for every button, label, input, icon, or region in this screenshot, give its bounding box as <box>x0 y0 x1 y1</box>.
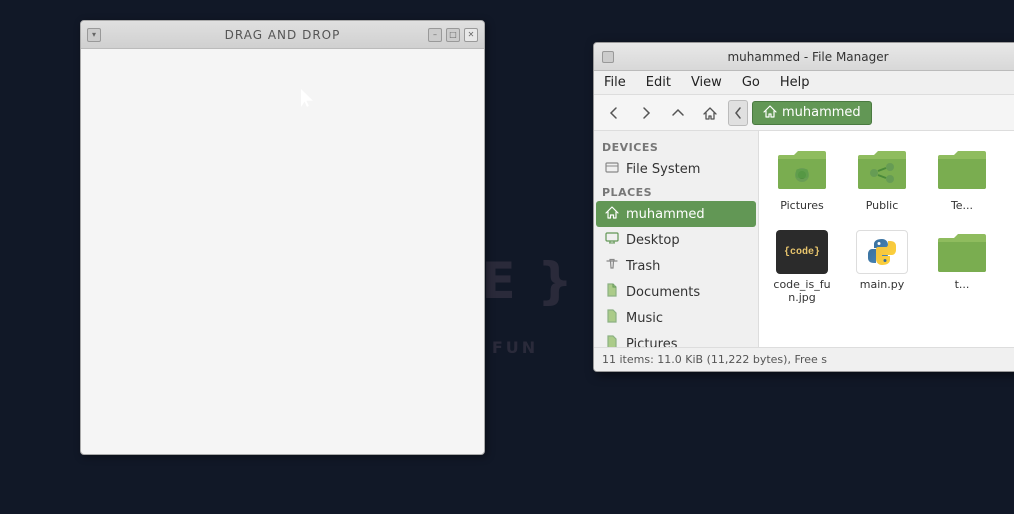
sidebar-item-filesystem[interactable]: File System <box>596 156 756 182</box>
public-folder-label: Public <box>866 199 899 212</box>
sidebar-item-music[interactable]: Music <box>596 305 756 331</box>
dnd-window: ▾ DRAG AND DROP – □ ✕ <box>80 20 485 455</box>
devices-header: DEVICES <box>594 137 758 156</box>
sidebar-item-label-music: Music <box>626 311 663 326</box>
places-header: PLACES <box>594 182 758 201</box>
menu-view[interactable]: View <box>687 73 726 92</box>
sidebar-item-muhammed[interactable]: muhammed <box>596 201 756 227</box>
file-item-te[interactable]: Te... <box>927 139 997 216</box>
documents-sidebar-icon <box>604 283 620 301</box>
pictures-folder-label: Pictures <box>780 199 824 212</box>
trash-sidebar-icon <box>604 257 620 275</box>
dnd-title: DRAG AND DROP <box>225 28 341 42</box>
fm-main: DEVICES File System PLACES muhammed <box>594 131 1014 347</box>
forward-button[interactable] <box>632 100 660 126</box>
home-sidebar-icon <box>604 205 620 223</box>
fm-statusbar: 11 items: 11.0 KiB (11,222 bytes), Free … <box>594 347 1014 371</box>
back-button[interactable] <box>600 100 628 126</box>
pictures-folder-icon <box>776 143 828 195</box>
sidebar-item-label-muhammed: muhammed <box>626 207 705 222</box>
t-folder-label: t... <box>955 278 970 291</box>
sidebar-item-label-filesystem: File System <box>626 162 700 177</box>
dnd-right-controls: – □ ✕ <box>428 28 478 42</box>
sidebar-item-label-pictures: Pictures <box>626 337 677 348</box>
sidebar-item-label-documents: Documents <box>626 285 700 300</box>
fm-menubar: File Edit View Go Help <box>594 71 1014 95</box>
fm-toolbar: muhammed <box>594 95 1014 131</box>
code-is-fun-label: code_is_fun.jpg <box>771 278 833 304</box>
menu-edit[interactable]: Edit <box>642 73 675 92</box>
menu-help[interactable]: Help <box>776 73 814 92</box>
main-py-label: main.py <box>860 278 904 291</box>
te-folder-label: Te... <box>951 199 973 212</box>
dnd-minimize-btn[interactable]: – <box>428 28 442 42</box>
file-manager-window: muhammed - File Manager File Edit View G… <box>593 42 1014 372</box>
sidebar-item-pictures[interactable]: Pictures <box>596 331 756 347</box>
te-folder-icon <box>936 143 988 195</box>
fm-title: muhammed - File Manager <box>727 50 888 64</box>
menu-file[interactable]: File <box>600 73 630 92</box>
panel-toggle-button[interactable] <box>728 100 748 126</box>
pictures-sidebar-icon <box>604 335 620 347</box>
filesystem-icon <box>604 160 620 178</box>
dnd-collapse-btn[interactable]: ▾ <box>87 28 101 42</box>
fm-titlebar: muhammed - File Manager <box>594 43 1014 71</box>
music-sidebar-icon <box>604 309 620 327</box>
sidebar-item-label-desktop: Desktop <box>626 233 680 248</box>
file-item-pictures[interactable]: Pictures <box>767 139 837 216</box>
dnd-restore-btn[interactable]: □ <box>446 28 460 42</box>
fm-collapse-btn[interactable] <box>602 51 614 63</box>
location-breadcrumb[interactable]: muhammed <box>752 101 872 125</box>
file-item-code-is-fun[interactable]: {code} code_is_fun.jpg <box>767 226 837 308</box>
location-label: muhammed <box>782 105 861 120</box>
file-item-public[interactable]: Public <box>847 139 917 216</box>
code-is-fun-icon: {code} <box>776 230 828 274</box>
dnd-window-controls: ▾ <box>87 28 101 42</box>
fm-fileview: Pictures Public <box>759 131 1014 347</box>
sidebar-item-trash[interactable]: Trash <box>596 253 756 279</box>
file-item-t[interactable]: t... <box>927 226 997 308</box>
statusbar-text: 11 items: 11.0 KiB (11,222 bytes), Free … <box>602 353 827 366</box>
menu-go[interactable]: Go <box>738 73 764 92</box>
home-button[interactable] <box>696 100 724 126</box>
fm-sidebar: DEVICES File System PLACES muhammed <box>594 131 759 347</box>
dnd-close-btn[interactable]: ✕ <box>464 28 478 42</box>
sidebar-item-desktop[interactable]: Desktop <box>596 227 756 253</box>
public-folder-icon <box>856 143 908 195</box>
file-item-main-py[interactable]: main.py <box>847 226 917 308</box>
desktop-sidebar-icon <box>604 231 620 249</box>
location-home-icon <box>763 104 777 122</box>
dnd-titlebar: ▾ DRAG AND DROP – □ ✕ <box>81 21 484 49</box>
sidebar-item-label-trash: Trash <box>626 259 660 274</box>
sidebar-item-documents[interactable]: Documents <box>596 279 756 305</box>
python-icon <box>856 230 908 274</box>
t-folder-icon <box>936 230 988 274</box>
up-button[interactable] <box>664 100 692 126</box>
dnd-content-area <box>81 49 484 454</box>
location-bar: muhammed <box>752 101 1014 125</box>
